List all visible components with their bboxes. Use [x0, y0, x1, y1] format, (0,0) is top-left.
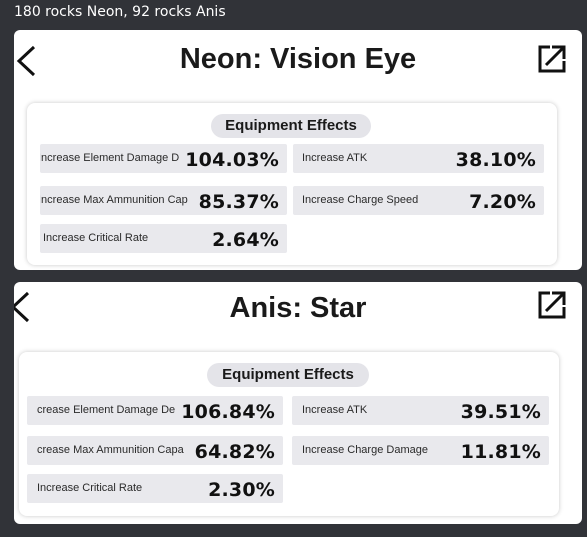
- effect-value: 2.64%: [212, 229, 279, 251]
- effect-value: 38.10%: [455, 149, 536, 171]
- effect-row: crease Max Ammunition Capa 64.82%: [27, 436, 283, 465]
- effect-label: Increase Critical Rate: [43, 232, 149, 244]
- effect-value: 7.20%: [469, 191, 536, 213]
- effect-value: 39.51%: [460, 401, 541, 423]
- open-external-icon[interactable]: [537, 290, 567, 320]
- effect-label: Increase ATK: [302, 404, 368, 416]
- effect-label: crease Max Ammunition Capa: [37, 444, 184, 456]
- message-text: 180 rocks Neon, 92 rocks Anis: [14, 4, 226, 20]
- effect-label: crease Element Damage De: [37, 404, 176, 416]
- effect-label: Increase Charge Speed: [302, 194, 419, 206]
- effect-row: Increase ATK 39.51%: [292, 396, 549, 425]
- page-title: Anis: Star: [229, 292, 367, 324]
- open-external-icon[interactable]: [537, 44, 567, 74]
- effect-value: 11.81%: [460, 441, 541, 463]
- effect-value: 104.03%: [185, 149, 279, 171]
- effect-label: Increase Element Damage D: [40, 152, 180, 164]
- effect-row: Increase ATK 38.10%: [293, 144, 544, 173]
- effect-label: Increase Charge Damage: [302, 444, 428, 456]
- equipment-effects-panel: Equipment Effects crease Element Damage …: [19, 352, 559, 516]
- screenshot-neon[interactable]: Neon: Vision Eye Equipment Effects Incre…: [14, 30, 582, 270]
- effect-row: Increase Charge Damage 11.81%: [292, 436, 549, 465]
- effect-row: Increase Critical Rate 2.64%: [40, 224, 287, 253]
- equipment-effects-panel: Equipment Effects Increase Element Damag…: [27, 103, 557, 265]
- effect-row: Increase Critical Rate 2.30%: [27, 474, 283, 503]
- effect-row: crease Element Damage De 106.84%: [27, 396, 283, 425]
- effect-value: 106.84%: [181, 401, 275, 423]
- screenshot-anis[interactable]: Anis: Star Equipment Effects crease Elem…: [14, 282, 582, 524]
- effect-value: 85.37%: [198, 191, 279, 213]
- section-label: Equipment Effects: [211, 114, 371, 138]
- effect-value: 2.30%: [208, 479, 275, 501]
- effect-row: Increase Element Damage D 104.03%: [40, 144, 287, 173]
- effect-label: Increase Max Ammunition Cap: [40, 194, 188, 206]
- effect-row: Increase Charge Speed 7.20%: [293, 186, 544, 215]
- effect-value: 64.82%: [194, 441, 275, 463]
- section-label: Equipment Effects: [207, 363, 369, 387]
- effect-row: Increase Max Ammunition Cap 85.37%: [40, 186, 287, 215]
- page-title: Neon: Vision Eye: [179, 43, 417, 75]
- effect-label: Increase ATK: [302, 152, 368, 164]
- effect-label: Increase Critical Rate: [37, 482, 143, 494]
